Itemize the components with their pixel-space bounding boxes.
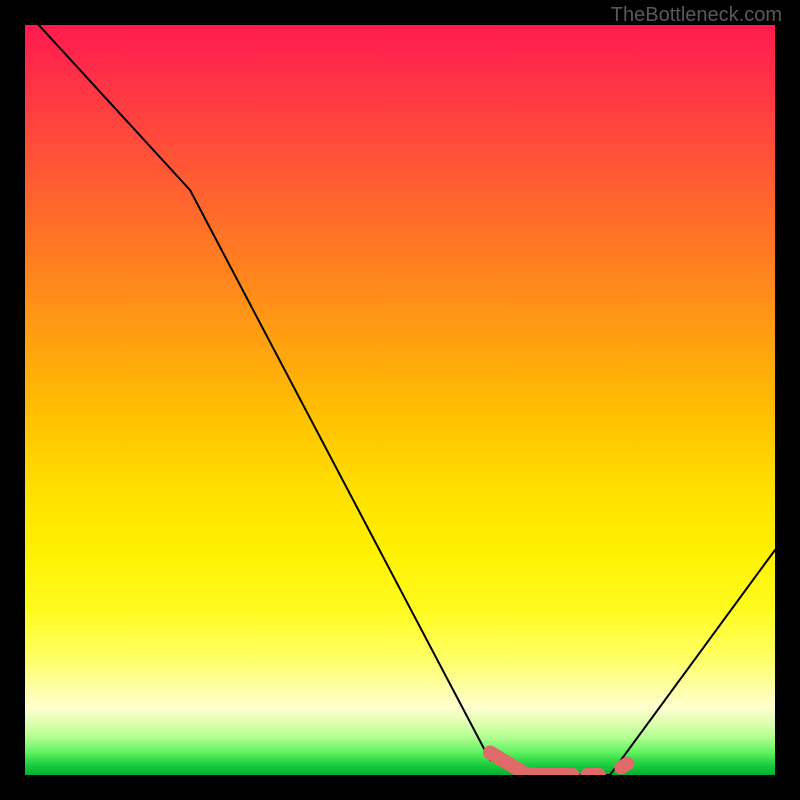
curve-main (25, 25, 775, 775)
chart-curves (25, 25, 775, 775)
watermark-text: TheBottleneck.com (611, 4, 782, 27)
chart-plot-area (25, 25, 775, 775)
curve-highlights (490, 753, 627, 776)
